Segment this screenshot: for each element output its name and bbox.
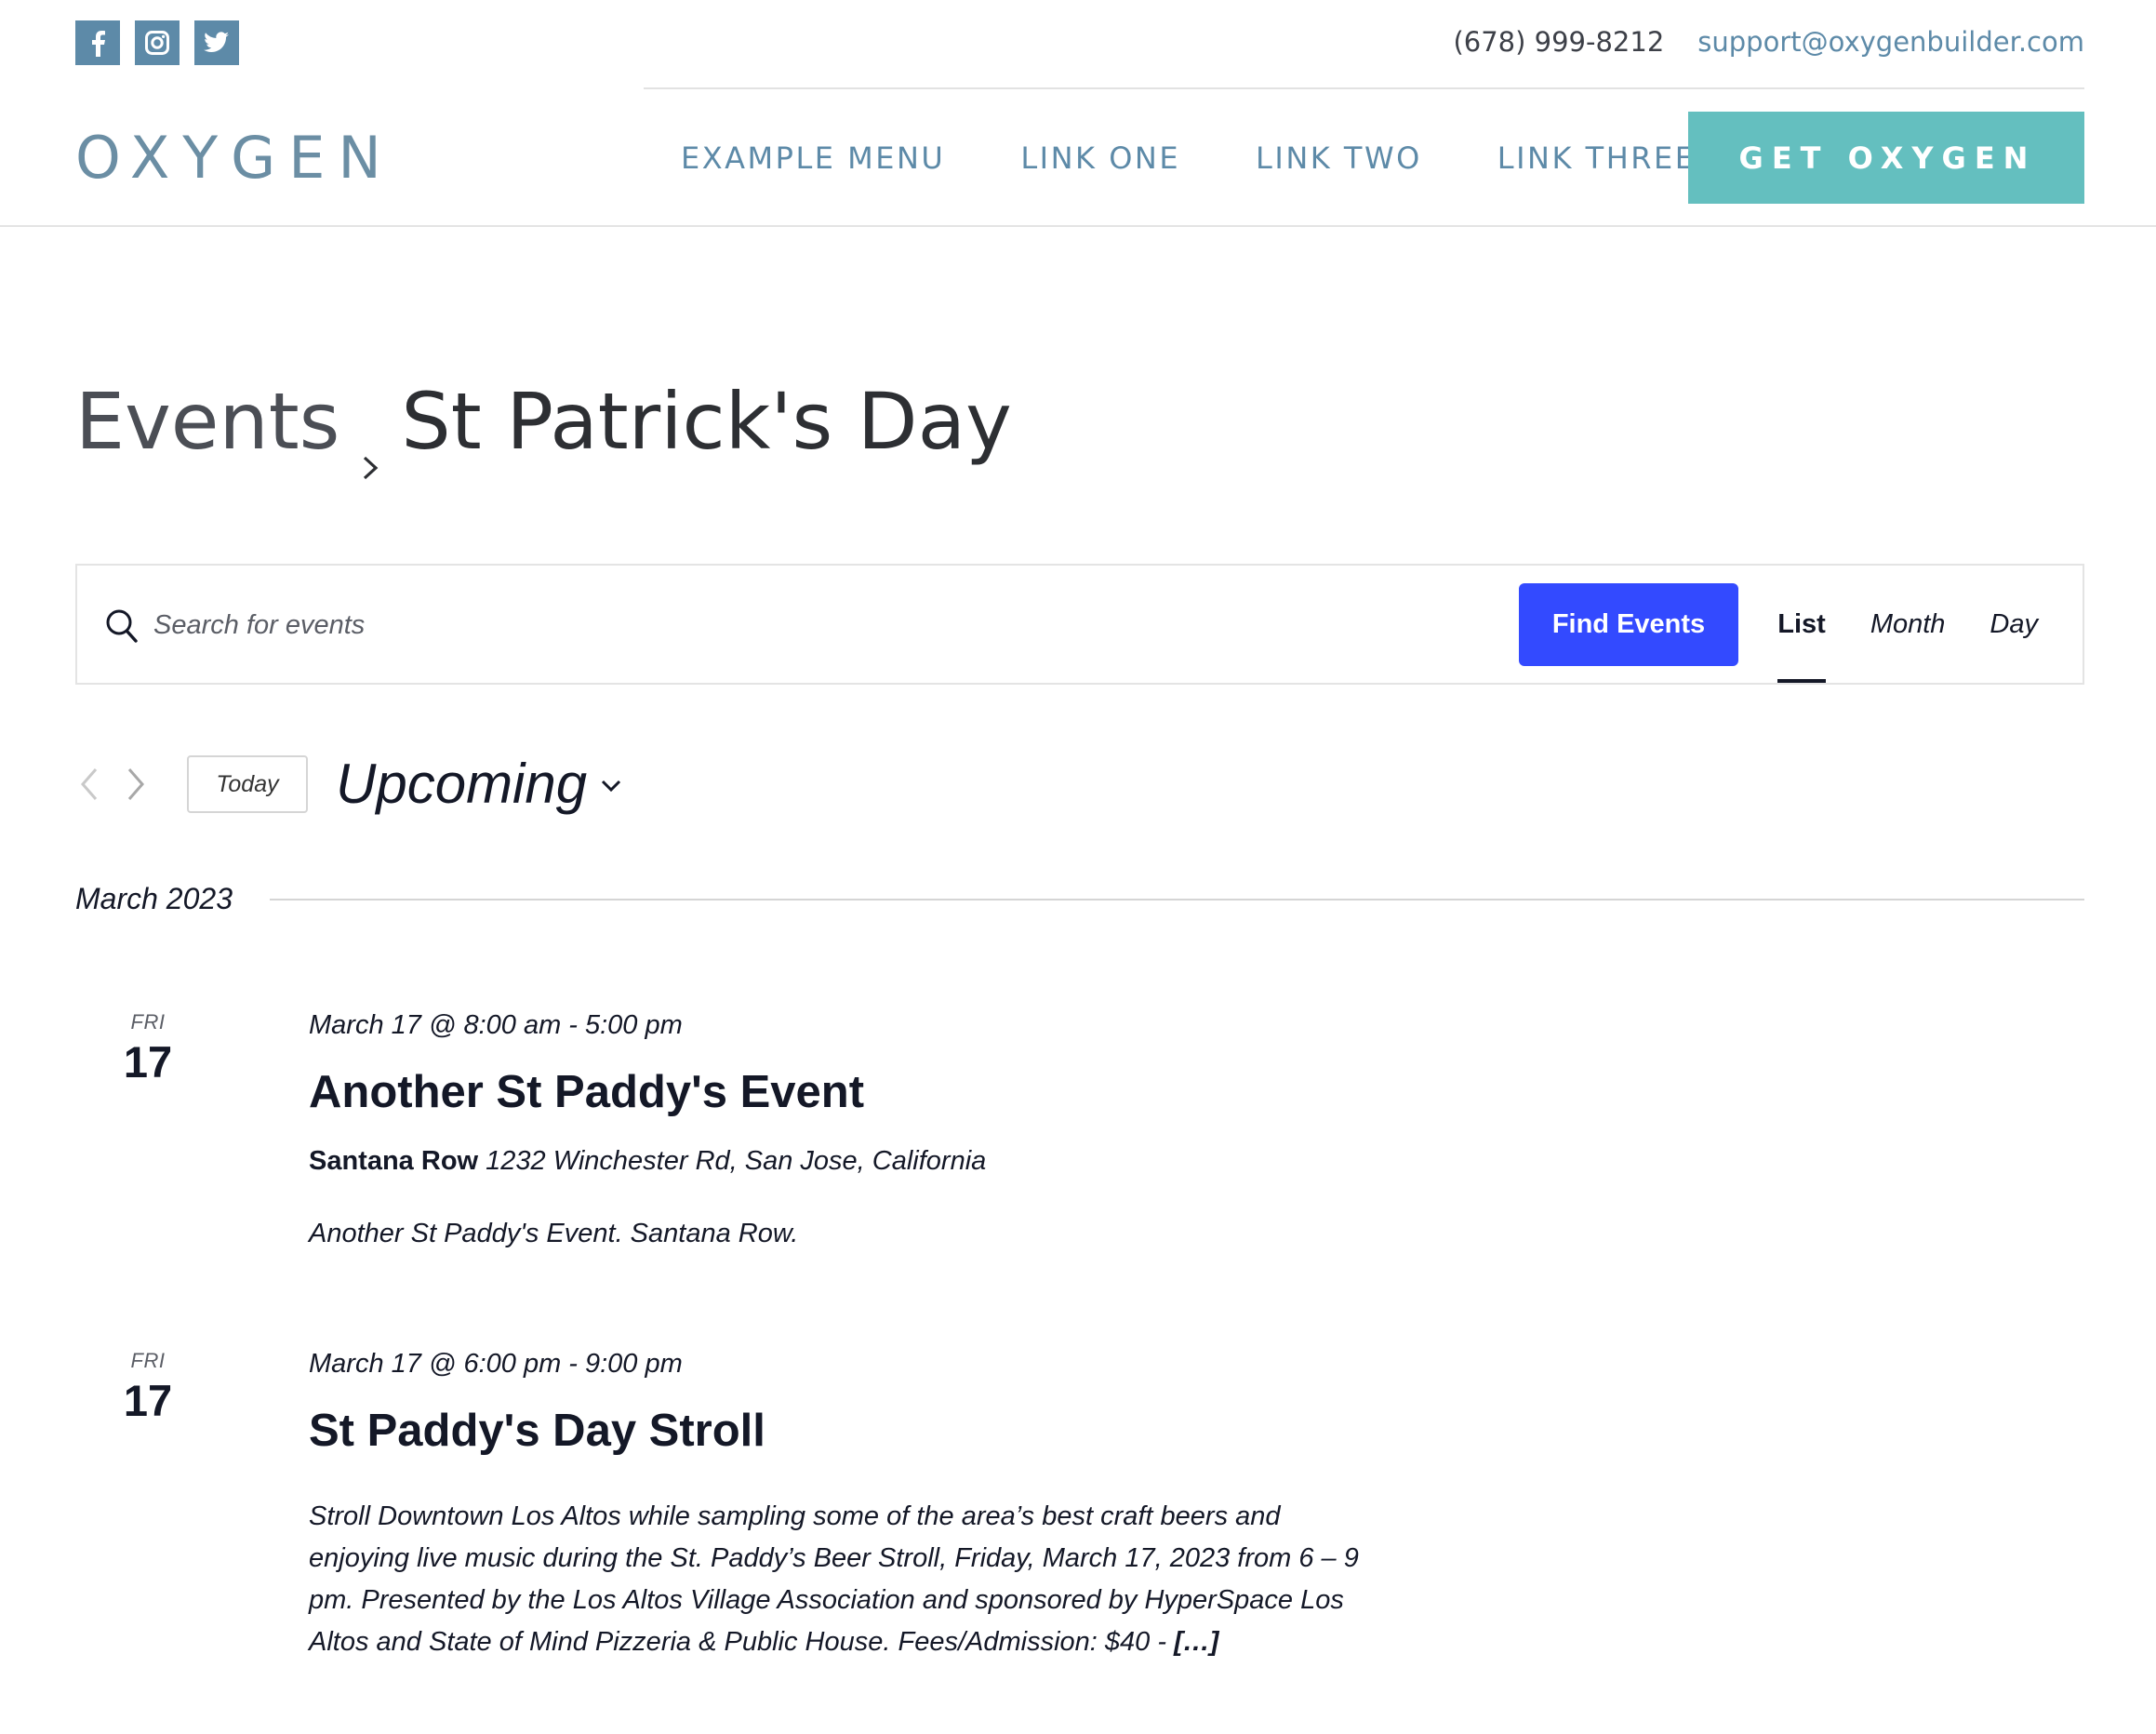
breadcrumb: Events St Patrick's Day xyxy=(75,370,1012,480)
next-arrow-icon[interactable] xyxy=(122,766,150,803)
event-weekday: FRI xyxy=(130,1010,166,1034)
nav-link-one[interactable]: LINK ONE xyxy=(1020,132,1180,184)
social-links xyxy=(75,20,239,65)
search-input[interactable] xyxy=(152,599,1454,651)
event-day-number: 17 xyxy=(123,1376,173,1425)
nav-link-two[interactable]: LINK TWO xyxy=(1256,132,1422,184)
phone-number[interactable]: (678) 999-8212 xyxy=(1453,22,1664,61)
event-title-link[interactable]: Another St Paddy's Event xyxy=(309,1064,1378,1120)
event-venue: Santana Row 1232 Winchester Rd, San Jose… xyxy=(309,1142,1378,1180)
today-button[interactable]: Today xyxy=(187,755,308,813)
facebook-icon[interactable] xyxy=(75,20,120,65)
find-events-button[interactable]: Find Events xyxy=(1519,583,1738,666)
view-list-tab[interactable]: List xyxy=(1777,566,1826,683)
date-range-selector[interactable]: Upcoming xyxy=(336,752,587,817)
event-description: Another St Paddy's Event. Santana Row. xyxy=(309,1219,799,1248)
support-email-link[interactable]: support@oxygenbuilder.com xyxy=(1697,22,2084,61)
date-navigation: Today Upcoming xyxy=(75,752,622,817)
events-search-bar: Find Events List Month Day xyxy=(75,564,2084,685)
breadcrumb-chevron-icon xyxy=(360,407,382,480)
venue-address: 1232 Winchester Rd, San Jose, California xyxy=(486,1146,987,1176)
month-divider xyxy=(269,898,2084,900)
event-datetime: March 17 @ 6:00 pm - 9:00 pm xyxy=(309,1349,683,1379)
event-description: Stroll Downtown Los Altos while sampling… xyxy=(309,1496,1378,1663)
view-month-tab[interactable]: Month xyxy=(1870,566,1946,683)
nav-example-menu[interactable]: EXAMPLE MENU xyxy=(681,132,945,184)
event-date-tag: FRI 17 xyxy=(93,1347,203,1427)
nav-link-three[interactable]: LINK THREE xyxy=(1497,132,1697,184)
event-details: March 17 @ 8:00 am - 5:00 pm Another St … xyxy=(309,1008,1378,1255)
event-datetime: March 17 @ 8:00 am - 5:00 pm xyxy=(309,1010,683,1040)
view-switcher: List Month Day xyxy=(1777,566,2038,683)
contact-info: (678) 999-8212 support@oxygenbuilder.com xyxy=(1453,22,2084,61)
page-title: St Patrick's Day xyxy=(401,376,1012,467)
breadcrumb-events-link[interactable]: Events xyxy=(75,370,339,473)
twitter-icon[interactable] xyxy=(194,20,239,65)
get-oxygen-button[interactable]: GET OXYGEN xyxy=(1688,112,2084,204)
event-title-link[interactable]: St Paddy's Day Stroll xyxy=(309,1403,1378,1459)
instagram-icon[interactable] xyxy=(135,20,180,65)
event-day-number: 17 xyxy=(123,1037,173,1087)
search-icon xyxy=(105,608,139,648)
event-details: March 17 @ 6:00 pm - 9:00 pm St Paddy's … xyxy=(309,1347,1378,1663)
chevron-down-icon[interactable] xyxy=(600,779,622,798)
site-logo[interactable]: OXYGEN xyxy=(75,121,394,195)
view-day-tab[interactable]: Day xyxy=(1990,566,2038,683)
top-divider xyxy=(644,87,2084,89)
read-more-link[interactable]: […] xyxy=(1174,1627,1218,1657)
month-label: March 2023 xyxy=(75,882,233,915)
header-divider xyxy=(0,225,2156,227)
event-weekday: FRI xyxy=(130,1349,166,1372)
main-nav: EXAMPLE MENU LINK ONE LINK TWO LINK THRE… xyxy=(681,132,1696,184)
venue-name: Santana Row xyxy=(309,1146,479,1176)
event-date-tag: FRI 17 xyxy=(93,1008,203,1088)
month-separator: March 2023 xyxy=(75,882,2084,916)
previous-arrow-icon[interactable] xyxy=(75,766,103,803)
